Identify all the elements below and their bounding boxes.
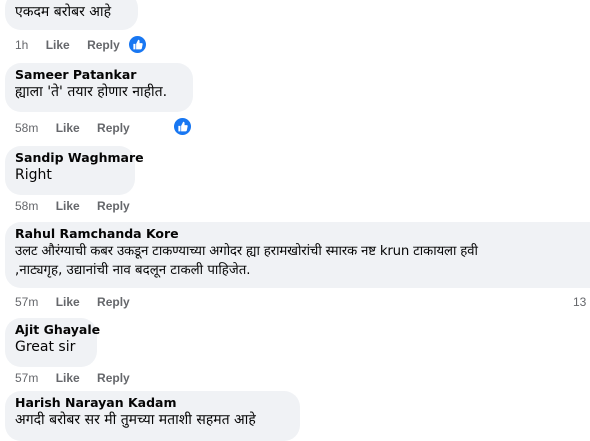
reaction-count[interactable]: 13	[573, 295, 586, 309]
comment-bubble: Sameer Patankar ह्याला 'ते' तयार होणार न…	[5, 63, 193, 112]
like-button[interactable]: Like	[56, 121, 80, 135]
like-button[interactable]: Like	[46, 38, 70, 52]
comment-bubble: एकदम बरोबर आहे	[5, 0, 138, 30]
comment-actions: 58m Like Reply	[15, 199, 144, 213]
comment-text: उलट औरंग्याची कबर उकडून टाकण्याच्या अगोद…	[15, 244, 478, 259]
comment-actions: 1h Like Reply	[15, 38, 134, 52]
reply-button[interactable]: Reply	[97, 295, 130, 309]
like-button[interactable]: Like	[56, 295, 80, 309]
comment-text: Great sir	[15, 339, 76, 355]
comment-time: 1h	[15, 38, 29, 52]
comment-text: अगदी बरोबर सर मी तुमच्या मताशी सहमत आहे	[15, 412, 256, 428]
comment-actions: 57m Like Reply	[15, 371, 144, 385]
comment-bubble: Rahul Ramchanda Kore उलट औरंग्याची कबर उ…	[5, 222, 590, 288]
thumbs-up-icon	[178, 121, 188, 132]
comment-author[interactable]: Rahul Ramchanda Kore	[15, 226, 590, 242]
reply-button[interactable]: Reply	[97, 121, 130, 135]
thumbs-up-icon	[133, 39, 143, 50]
comment-time: 57m	[15, 371, 39, 385]
comment-author[interactable]: Sandip Waghmare	[15, 150, 144, 166]
like-button[interactable]: Like	[56, 199, 80, 213]
reply-button[interactable]: Reply	[97, 371, 130, 385]
comment-text: ह्याला 'ते' तयार होणार नाहीत.	[15, 84, 168, 100]
comment-author[interactable]: Harish Narayan Kadam	[15, 395, 290, 411]
comment-bubble: Ajit Ghayale Great sir	[5, 318, 100, 367]
comment-author[interactable]: Ajit Ghayale	[15, 322, 100, 338]
reaction-like-badge[interactable]	[173, 117, 192, 136]
comment-text: एकदम बरोबर आहे	[15, 4, 112, 20]
comment-time: 58m	[15, 121, 39, 135]
comment-actions: 57m Like Reply	[15, 295, 144, 309]
comment-time: 58m	[15, 199, 39, 213]
comment-bubble: Sandip Waghmare Right	[5, 146, 144, 195]
comment-actions: 58m Like Reply	[15, 121, 144, 135]
comment-bubble: Harish Narayan Kadam अगदी बरोबर सर मी तु…	[5, 391, 300, 441]
comment-time: 57m	[15, 295, 39, 309]
reaction-like-badge[interactable]	[128, 35, 147, 54]
reply-button[interactable]: Reply	[97, 199, 130, 213]
comment-text-line-2: ,नाट्यगृह, उद्यानांची नाव बदलून टाकली पा…	[15, 263, 251, 278]
comment-text: Right	[15, 167, 52, 183]
like-button[interactable]: Like	[56, 371, 80, 385]
reply-button[interactable]: Reply	[87, 38, 120, 52]
comment-author[interactable]: Sameer Patankar	[15, 67, 183, 83]
